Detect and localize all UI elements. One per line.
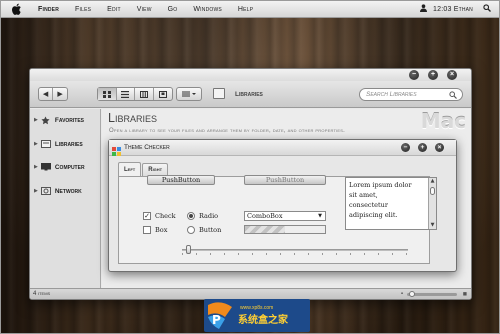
apple-menu-icon[interactable] bbox=[12, 3, 24, 15]
menu-edit[interactable]: Edit bbox=[107, 6, 121, 13]
spotlight-icon[interactable] bbox=[483, 4, 491, 14]
screenshot-border bbox=[0, 0, 500, 334]
menu-finder[interactable]: Finder bbox=[38, 6, 59, 13]
menu-go[interactable]: Go bbox=[168, 6, 178, 13]
menu-bar: Finder Files Edit View Go Windows Help 1… bbox=[1, 1, 499, 18]
menu-windows[interactable]: Windows bbox=[193, 6, 222, 13]
menu-help[interactable]: Help bbox=[238, 6, 253, 13]
menu-files[interactable]: Files bbox=[75, 6, 91, 13]
menu-clock[interactable]: 12:03 Ethan bbox=[433, 6, 473, 13]
user-icon[interactable] bbox=[420, 4, 428, 14]
menu-view[interactable]: View bbox=[137, 6, 152, 13]
